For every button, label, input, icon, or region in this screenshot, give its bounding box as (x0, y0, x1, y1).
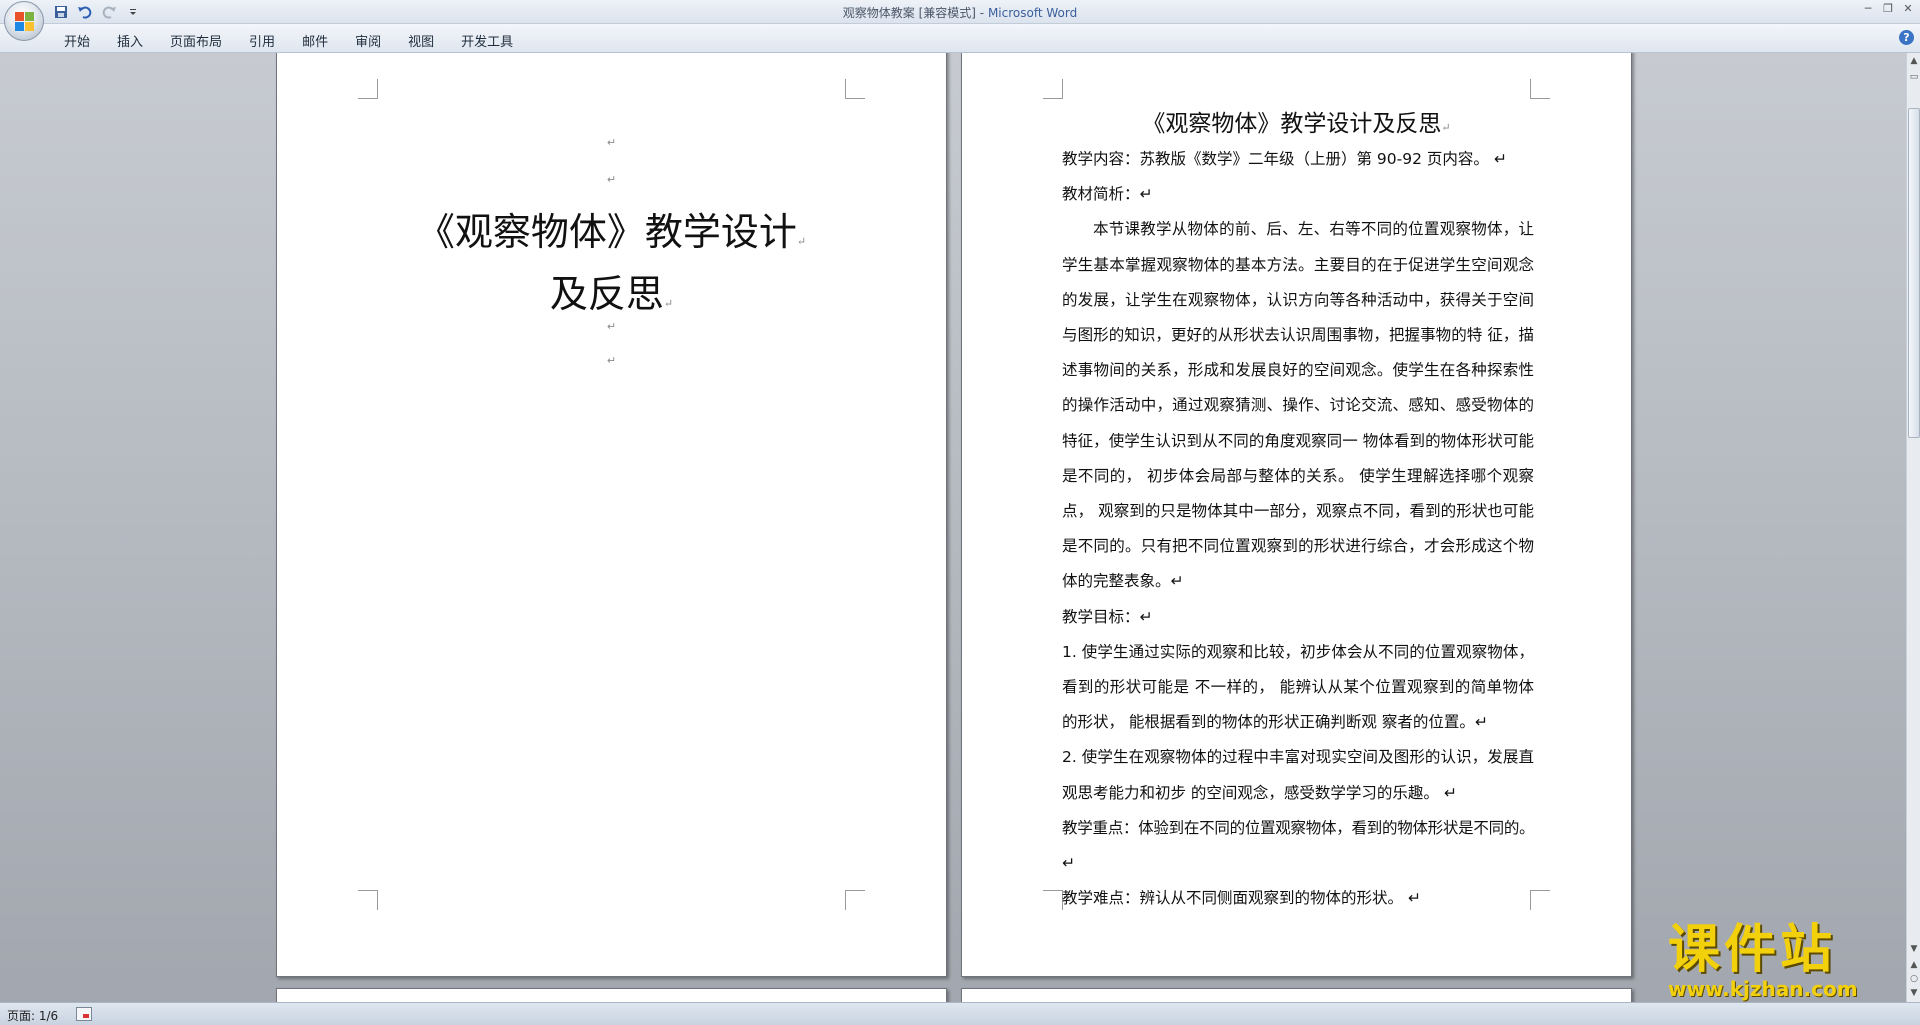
tab-developer[interactable]: 开发工具 (449, 29, 525, 52)
paragraph-mark: ↵ (606, 136, 617, 149)
tab-view[interactable]: 视图 (396, 29, 446, 52)
close-icon[interactable]: ✕ (1900, 2, 1916, 16)
title-bar: 观察物体教案 [兼容模式] - Microsoft Word ─ ❐ ✕ (0, 0, 1920, 24)
office-button[interactable] (4, 1, 44, 41)
previous-page-icon[interactable]: ▲ (1908, 959, 1920, 971)
document-title: 观察物体教案 [兼容模式] (842, 6, 976, 20)
crop-mark (358, 890, 378, 910)
scroll-up-icon[interactable]: ▲ (1908, 55, 1920, 67)
window-title: 观察物体教案 [兼容模式] - Microsoft Word (0, 4, 1920, 21)
cover-title: 《观察物体》教学设计↵ 及反思↵ (397, 206, 826, 330)
help-icon[interactable]: ? (1899, 30, 1914, 45)
site-watermark: 课件站 www.kjzhan.com (1668, 919, 1898, 1001)
page-1: ↵ ↵ 《观察物体》教学设计↵ 及反思↵ ↵ ↵ (276, 53, 947, 977)
proofing-icon[interactable] (76, 1007, 92, 1021)
watermark-url: www.kjzhan.com (1668, 977, 1858, 1001)
paragraph-mark: ↵ (606, 354, 617, 367)
ribbon-tabs: 开始 插入 页面布局 引用 邮件 审阅 视图 开发工具 (52, 29, 528, 52)
tab-review[interactable]: 审阅 (343, 29, 393, 52)
status-bar: 页面: 1/6 (0, 1002, 1920, 1025)
paragraph: 教学内容：苏教版《数学》二年级（上册）第 90-92 页内容。 ↵ (1062, 150, 1507, 168)
crop-mark (845, 79, 865, 99)
next-page-icon[interactable]: ▼ (1908, 987, 1920, 999)
vertical-scrollbar[interactable]: ▲ ▭ ▼ ▲ ○ ▼ (1906, 53, 1920, 1002)
restore-icon[interactable]: ❐ (1880, 2, 1896, 16)
ribbon: 开始 插入 页面布局 引用 邮件 审阅 视图 开发工具 ? (0, 24, 1920, 53)
paragraph: 教学目标：↵ (1062, 607, 1153, 626)
office-logo-icon (15, 12, 35, 32)
app-name: Microsoft Word (987, 6, 1078, 20)
document-area[interactable]: ↵ ↵ 《观察物体》教学设计↵ 及反思↵ ↵ ↵ 《观察物体》教学设计及反思↵ … (0, 53, 1906, 1002)
ruler-toggle-icon[interactable]: ▭ (1908, 71, 1920, 83)
document-heading: 《观察物体》教学设计及反思↵ (1142, 111, 1451, 137)
minimize-icon[interactable]: ─ (1860, 2, 1876, 16)
scroll-thumb[interactable] (1908, 108, 1920, 438)
paragraph: 教学难点：辨认从不同侧面观察到的物体的形状。 ↵ (1062, 889, 1421, 908)
tab-mailings[interactable]: 邮件 (290, 29, 340, 52)
scroll-down-icon[interactable]: ▼ (1908, 943, 1920, 955)
page-3 (276, 988, 947, 1002)
paragraph: 教学重点：体验到在不同的位置观察物体，看到的物体形状是不同的。↵ (1062, 818, 1535, 873)
window-controls: ─ ❐ ✕ (1860, 2, 1916, 16)
watermark-title: 课件站 (1668, 919, 1837, 980)
crop-mark (1043, 890, 1063, 910)
paragraph: 教材简析：↵ (1062, 185, 1153, 204)
crop-mark (845, 890, 865, 910)
paragraph-mark: ↵ (606, 173, 617, 186)
browse-object-icon[interactable]: ○ (1908, 973, 1920, 985)
paragraph: 1. 使学生通过实际的观察和比较，初步体会从不同的位置观察物体，看到的形状可能是… (1062, 642, 1534, 732)
page-2: 《观察物体》教学设计及反思↵ 教学内容：苏教版《数学》二年级（上册）第 90-9… (961, 53, 1632, 977)
page-count[interactable]: 页面: 1/6 (7, 1007, 58, 1024)
tab-home[interactable]: 开始 (52, 29, 102, 52)
tab-page-layout[interactable]: 页面布局 (158, 29, 234, 52)
title-separator: - (975, 6, 988, 20)
tab-insert[interactable]: 插入 (105, 29, 155, 52)
tab-references[interactable]: 引用 (237, 29, 287, 52)
paragraph-mark: ↵ (606, 320, 617, 333)
crop-mark (1530, 79, 1550, 99)
paragraph: 2. 使学生在观察物体的过程中丰富对现实空间及图形的认识，发展直观思考能力和初步… (1062, 748, 1534, 802)
cover-title-line-1: 《观察物体》教学设计↵ (416, 210, 807, 254)
page-4 (961, 988, 1632, 1002)
crop-mark (1043, 79, 1063, 99)
paragraph: 本节课教学从物体的前、后、左、右等不同的位置观察物体，让学生基本掌握观察物体的基… (1062, 220, 1534, 591)
crop-mark (358, 79, 378, 99)
document-body: 教学内容：苏教版《数学》二年级（上册）第 90-92 页内容。 ↵ 教材简析：↵… (1062, 142, 1535, 916)
